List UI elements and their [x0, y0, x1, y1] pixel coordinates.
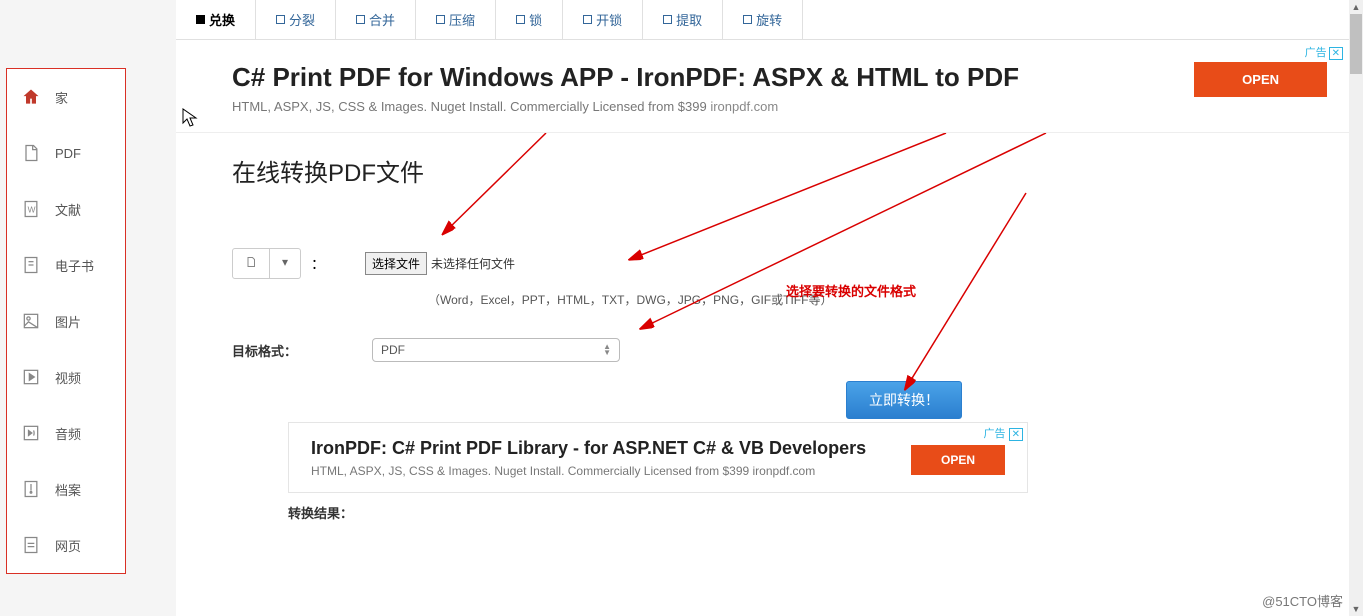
tab-label: 旋转 [756, 10, 782, 29]
sidebar-item-label: PDF [55, 146, 81, 161]
sidebar-item-audio[interactable]: 音频 [7, 405, 125, 461]
file-source-group[interactable]: ▾ [232, 248, 301, 279]
checkbox-icon [436, 15, 445, 24]
sidebar-item-video[interactable]: 视频 [7, 349, 125, 405]
sidebar-item-image[interactable]: 图片 [7, 293, 125, 349]
scrollbar-thumb[interactable] [1350, 14, 1362, 74]
ad-subtitle: HTML, ASPX, JS, CSS & Images. Nuget Inst… [232, 99, 1319, 114]
webpage-icon [21, 535, 41, 555]
no-file-text: 未选择任何文件 [431, 255, 515, 272]
tab-compress[interactable]: 压缩 [416, 0, 496, 39]
tab-label: 分裂 [289, 10, 315, 29]
sidebar-item-webpage[interactable]: 网页 [7, 517, 125, 573]
ad-badge: 广告✕ [1305, 44, 1343, 60]
audio-icon [21, 423, 41, 443]
watermark: @51CTO博客 [1262, 591, 1343, 610]
tab-convert[interactable]: 兑换 [176, 0, 256, 39]
close-icon[interactable]: ✕ [1329, 47, 1343, 60]
tab-rotate[interactable]: 旋转 [723, 0, 803, 39]
sidebar-item-label: 视频 [55, 368, 81, 387]
tab-label: 锁 [529, 10, 542, 29]
sidebar-item-label: 家 [55, 88, 68, 107]
archive-icon [21, 479, 41, 499]
tab-unlock[interactable]: 开锁 [563, 0, 643, 39]
choose-file-button[interactable]: 选择文件 [365, 252, 427, 275]
checkbox-icon [356, 15, 365, 24]
sidebar-item-label: 网页 [55, 536, 81, 555]
tab-extract[interactable]: 提取 [643, 0, 723, 39]
sidebar: 家 PDF W 文献 电子书 图片 视频 音频 档案 网页 [6, 68, 126, 574]
image-icon [21, 311, 41, 331]
format-label: 目标格式： [232, 341, 372, 360]
tabs: 兑换 分裂 合并 压缩 锁 开锁 提取 旋转 [176, 0, 1349, 40]
checkbox-icon [663, 15, 672, 24]
sidebar-item-label: 音频 [55, 424, 81, 443]
document-icon: W [21, 199, 41, 219]
tab-label: 提取 [676, 10, 702, 29]
close-icon[interactable]: ✕ [1009, 428, 1023, 441]
sidebar-item-document[interactable]: W 文献 [7, 181, 125, 237]
checkbox-icon [583, 15, 592, 24]
convert-button[interactable]: 立即转换！ [846, 381, 962, 419]
sidebar-item-ebook[interactable]: 电子书 [7, 237, 125, 293]
sidebar-item-home[interactable]: 家 [7, 69, 125, 125]
sidebar-item-archive[interactable]: 档案 [7, 461, 125, 517]
tab-label: 兑换 [209, 10, 235, 29]
tab-label: 开锁 [596, 10, 622, 29]
checkbox-icon [276, 15, 285, 24]
format-row: 目标格式： PDF ▲▼ [232, 338, 1293, 362]
tab-lock[interactable]: 锁 [496, 0, 563, 39]
ad-banner-top: 广告✕ C# Print PDF for Windows APP - IronP… [176, 40, 1349, 133]
ad-subtitle: HTML, ASPX, JS, CSS & Images. Nuget Inst… [311, 464, 1005, 478]
format-value: PDF [381, 343, 405, 357]
select-arrows-icon: ▲▼ [603, 344, 611, 356]
result-label: 转换结果： [288, 503, 1293, 522]
tab-label: 压缩 [449, 10, 475, 29]
sidebar-item-label: 档案 [55, 480, 81, 499]
tab-label: 合并 [369, 10, 395, 29]
ebook-icon [21, 255, 41, 275]
file-icon [233, 249, 269, 278]
sidebar-item-label: 图片 [55, 312, 81, 331]
checkbox-icon [516, 15, 525, 24]
sidebar-item-label: 电子书 [55, 256, 94, 275]
home-icon [21, 87, 41, 107]
ad-badge: 广告 ✕ [984, 425, 1023, 441]
page-title: 在线转换PDF文件 [232, 153, 1293, 188]
sidebar-item-pdf[interactable]: PDF [7, 125, 125, 181]
tab-split[interactable]: 分裂 [256, 0, 336, 39]
scroll-down-icon[interactable]: ▼ [1349, 602, 1363, 616]
vertical-scrollbar[interactable]: ▲ ▼ [1349, 0, 1363, 616]
tab-merge[interactable]: 合并 [336, 0, 416, 39]
checkbox-icon [196, 15, 205, 24]
ad-title[interactable]: IronPDF: C# Print PDF Library - for ASP.… [311, 437, 1005, 460]
format-select[interactable]: PDF ▲▼ [372, 338, 620, 362]
annotation-text: 选择要转换的文件格式 [786, 281, 916, 300]
scroll-up-icon[interactable]: ▲ [1349, 0, 1363, 14]
video-icon [21, 367, 41, 387]
content-area: 在线转换PDF文件 ▾ ： 选择文件 未选择任何文件 （Word，Excel，P… [176, 133, 1349, 542]
ad-open-button[interactable]: OPEN [911, 445, 1005, 475]
svg-text:W: W [28, 204, 36, 214]
ad-title[interactable]: C# Print PDF for Windows APP - IronPDF: … [232, 62, 1319, 93]
sidebar-item-label: 文献 [55, 200, 81, 219]
checkbox-icon [743, 15, 752, 24]
main-panel: 兑换 分裂 合并 压缩 锁 开锁 提取 旋转 广告✕ C# Print PDF … [176, 0, 1349, 616]
colon: ： [311, 254, 325, 274]
file-row: ▾ ： 选择文件 未选择任何文件 [232, 248, 1293, 279]
pdf-icon [21, 143, 41, 163]
ad-open-button[interactable]: OPEN [1194, 62, 1327, 97]
ad-banner-bottom: 广告 ✕ IronPDF: C# Print PDF Library - for… [288, 422, 1028, 493]
dropdown-caret-icon[interactable]: ▾ [269, 249, 300, 278]
